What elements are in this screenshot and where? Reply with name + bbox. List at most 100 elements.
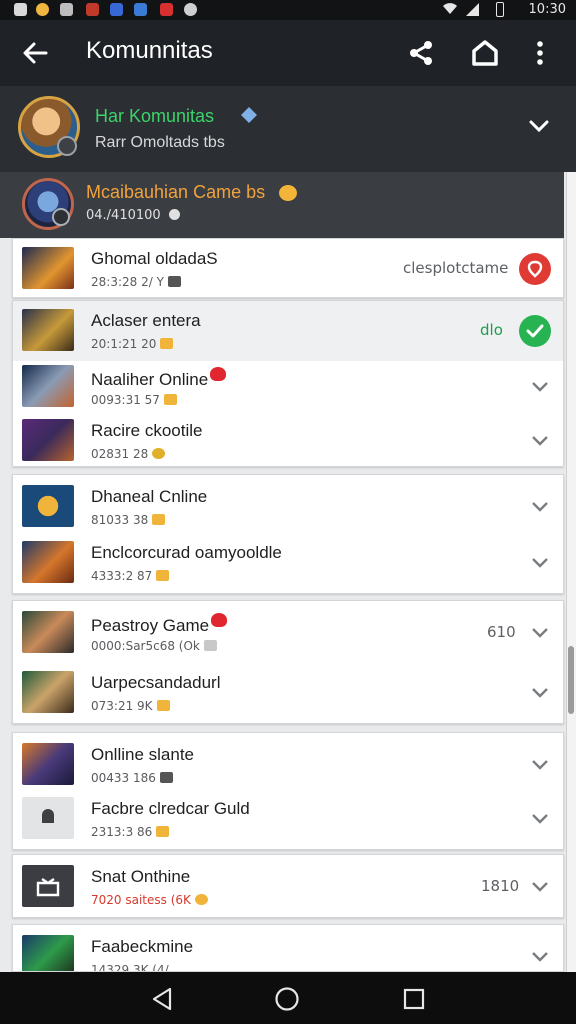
list-item[interactable]: Racire ckootile 02831 28 <box>13 411 563 471</box>
chevron-down-icon[interactable] <box>531 881 549 893</box>
game-thumbnail <box>22 419 74 461</box>
app-notification-icon <box>110 3 123 16</box>
nav-recents-icon[interactable] <box>402 987 426 1011</box>
verified-badge-icon <box>57 136 77 156</box>
game-thumbnail <box>22 611 74 653</box>
item-title: Peastroy Game <box>91 613 228 636</box>
list-item[interactable]: Peastroy Game 0000:Sar5c68 (Ok 610 <box>13 603 563 663</box>
item-subtitle-text: 14329 3K (4/ <box>91 963 169 972</box>
chevron-down-icon[interactable] <box>531 557 549 569</box>
item-subtitle: 4333:2 87 <box>91 569 170 583</box>
list-card: Dhaneal Cnline 81033 38 Enclcorcurad oam… <box>12 474 564 594</box>
more-vert-icon[interactable] <box>528 38 552 68</box>
featured-name: Mcaibauhian Came bs <box>86 182 266 202</box>
star-mini-icon <box>194 894 208 905</box>
item-meta: dlo <box>480 321 503 339</box>
placeholder-thumbnail <box>22 797 74 839</box>
item-title: Faabeckmine <box>91 937 194 956</box>
system-nav-bar <box>0 972 576 1024</box>
chevron-down-icon[interactable] <box>531 627 549 639</box>
chevron-down-icon[interactable] <box>531 759 549 771</box>
list-item[interactable]: Ghomal oldadaS 28:3:28 2/ Y clesplotctam… <box>13 239 563 299</box>
item-title: Uarpecsandadurl <box>91 673 221 692</box>
featured-count: 04./410100 <box>86 208 161 223</box>
featured-badge-icon <box>52 208 70 226</box>
item-subtitle: 81033 38 <box>91 513 166 527</box>
item-meta: 1810 <box>481 877 520 895</box>
thumbs-up-mini-icon <box>156 700 170 711</box>
item-subtitle-text: 02831 28 <box>91 447 149 461</box>
item-subtitle: 14329 3K (4/ <box>91 963 169 972</box>
chevron-down-icon[interactable] <box>531 381 549 393</box>
chevron-down-icon[interactable] <box>531 501 549 513</box>
thumbs-up-mini-icon <box>160 338 174 349</box>
app-toolbar: Komunnitas <box>0 20 576 86</box>
chevron-down-icon[interactable] <box>531 435 549 447</box>
clock: 10:30 <box>528 2 566 17</box>
list-item[interactable]: Facbre clredcar Guld 2313:3 86 <box>13 789 563 849</box>
gem-mini-icon <box>203 640 217 651</box>
game-thumbnail <box>22 365 74 407</box>
battery-icon <box>496 2 504 17</box>
chevron-down-icon[interactable] <box>531 951 549 963</box>
list-item[interactable]: Onlline slante 00433 186 <box>13 735 563 795</box>
notification-icon <box>14 3 27 16</box>
item-subtitle: 0093:31 57 <box>91 393 177 407</box>
chat-mini-icon <box>159 772 173 783</box>
app-notification-icon <box>184 3 197 16</box>
list-card: Snat Onthine 7020 saitess (6K 1810 <box>12 854 564 918</box>
scrollbar-thumb[interactable] <box>568 646 574 714</box>
list-item[interactable]: Faabeckmine 14329 3K (4/ <box>13 927 563 972</box>
list-item[interactable]: Uarpecsandadurl 073:21 9K <box>13 663 563 723</box>
game-thumbnail <box>22 309 74 351</box>
list-item[interactable]: Aclaser entera 20:1:21 20 dlo <box>13 301 563 361</box>
thumbs-up-mini-icon <box>156 826 170 837</box>
game-thumbnail <box>22 247 74 289</box>
item-subtitle-text: 4333:2 87 <box>91 569 153 583</box>
item-subtitle-text: 0093:31 57 <box>91 393 160 407</box>
item-title: Racire ckootile <box>91 421 203 440</box>
item-subtitle: 7020 saitess (6K <box>91 893 208 907</box>
item-title-text: Peastroy Game <box>91 616 210 635</box>
chevron-down-icon[interactable] <box>531 687 549 699</box>
chevron-down-icon[interactable] <box>528 118 550 134</box>
community-header[interactable]: Har Komunitas Rarr Omoltads tbs <box>0 86 576 172</box>
item-subtitle-text: 073:21 9K <box>91 699 153 713</box>
placeholder-thumbnail <box>22 865 74 907</box>
scrollbar[interactable] <box>566 172 576 972</box>
app-notification-icon <box>86 3 99 16</box>
game-thumbnail <box>22 935 74 971</box>
nav-back-icon[interactable] <box>150 986 176 1012</box>
shield-status-icon[interactable] <box>519 253 551 285</box>
app-notification-icon <box>134 3 147 16</box>
check-status-icon[interactable] <box>519 315 551 347</box>
list-item[interactable]: Enclcorcurad oamyooldle 4333:2 87 <box>13 533 563 593</box>
item-title: Onlline slante <box>91 745 195 764</box>
item-subtitle-text: 0000:Sar5c68 (Ok <box>91 639 200 653</box>
item-subtitle: 073:21 9K <box>91 699 170 713</box>
list-card: Aclaser entera 20:1:21 20 dlo Naaliher O… <box>12 300 564 467</box>
featured-community[interactable]: Mcaibauhian Came bs 04./410100 <box>0 172 564 238</box>
item-subtitle-text: 7020 saitess (6K <box>91 893 191 907</box>
list-item[interactable]: Snat Onthine 7020 saitess (6K 1810 <box>13 857 563 917</box>
thumbs-up-mini-icon <box>163 394 177 405</box>
nav-home-icon[interactable] <box>274 986 300 1012</box>
item-title: Dhaneal Cnline <box>91 487 208 506</box>
item-subtitle: 00433 186 <box>91 771 173 785</box>
back-arrow-icon[interactable] <box>20 38 50 68</box>
list-item[interactable]: Dhaneal Cnline 81033 38 <box>13 477 563 537</box>
item-subtitle: 0000:Sar5c68 (Ok <box>91 639 217 653</box>
status-bar: 10:30 <box>0 0 576 20</box>
game-thumbnail <box>22 671 74 713</box>
item-title: Aclaser entera <box>91 311 201 330</box>
item-title: Snat Onthine <box>91 867 191 886</box>
item-subtitle-text: 28:3:28 2/ Y <box>91 275 164 289</box>
list-item[interactable]: Naaliher Online 0093:31 57 <box>13 357 563 417</box>
thumbs-up-mini-icon <box>152 514 166 525</box>
wifi-icon <box>443 3 457 15</box>
item-title-text: Naaliher Online <box>91 370 209 389</box>
home-icon[interactable] <box>470 38 500 68</box>
chevron-down-icon[interactable] <box>531 813 549 825</box>
share-icon[interactable] <box>406 38 436 68</box>
emoji-notification-icon <box>36 3 49 16</box>
